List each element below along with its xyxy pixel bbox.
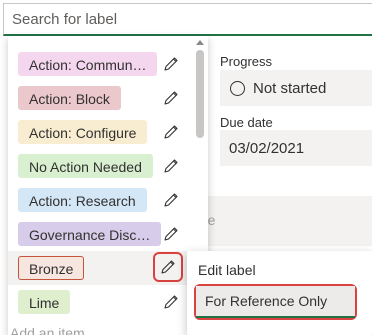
label-row[interactable]: Lime: [8, 285, 208, 319]
selected-label-item[interactable]: For Reference Only: [196, 286, 355, 318]
pencil-icon[interactable]: [160, 87, 182, 109]
label-row[interactable]: Action: Configure: [8, 115, 208, 149]
due-date-field[interactable]: 03/02/2021: [220, 130, 372, 166]
pencil-icon[interactable]: [160, 155, 182, 177]
pencil-icon[interactable]: [160, 53, 182, 75]
pencil-icon[interactable]: [160, 121, 182, 143]
label-row[interactable]: No Action Needed: [8, 149, 208, 183]
label-search-input[interactable]: Search for label: [3, 3, 372, 36]
label-row[interactable]: Governance Disc…: [8, 217, 208, 251]
label-chip[interactable]: Action: Research: [18, 188, 147, 212]
label-row[interactable]: Action: Research: [8, 183, 208, 217]
edit-label-menu-item[interactable]: Edit label: [187, 253, 372, 287]
label-row-selected[interactable]: Bronze: [8, 251, 208, 285]
pencil-icon[interactable]: [160, 291, 182, 313]
label-chip[interactable]: Governance Disc…: [18, 222, 162, 246]
progress-select[interactable]: Not started: [220, 70, 372, 106]
label-row[interactable]: Action: Block: [8, 81, 208, 115]
label-chip[interactable]: Bronze: [18, 256, 85, 280]
progress-label: Progress: [220, 54, 273, 69]
pencil-icon[interactable]: [160, 223, 182, 245]
scrollbar-thumb[interactable]: [196, 50, 204, 138]
label-chip[interactable]: Lime: [18, 290, 71, 314]
scroll-up-arrow-icon[interactable]: [196, 40, 204, 45]
label-chip[interactable]: No Action Needed: [18, 154, 153, 178]
pencil-icon[interactable]: [160, 189, 182, 211]
label-chip[interactable]: Action: Block: [18, 86, 121, 110]
radio-circle-icon: [230, 80, 245, 96]
add-item-input[interactable]: Add an item: [10, 325, 85, 335]
label-chip[interactable]: Action: Configure: [18, 120, 148, 144]
label-row[interactable]: Action: Commun…: [8, 47, 208, 81]
label-chip[interactable]: Action: Commun…: [18, 52, 158, 76]
pencil-icon[interactable]: [153, 252, 183, 282]
label-dropdown: Action: Commun… Action: Block Action: Co…: [8, 36, 208, 335]
due-date-label: Due date: [220, 115, 273, 130]
background-field: [200, 196, 372, 246]
progress-value: Not started: [253, 79, 327, 97]
label-context-menu: Edit label For Reference Only: [187, 251, 372, 335]
